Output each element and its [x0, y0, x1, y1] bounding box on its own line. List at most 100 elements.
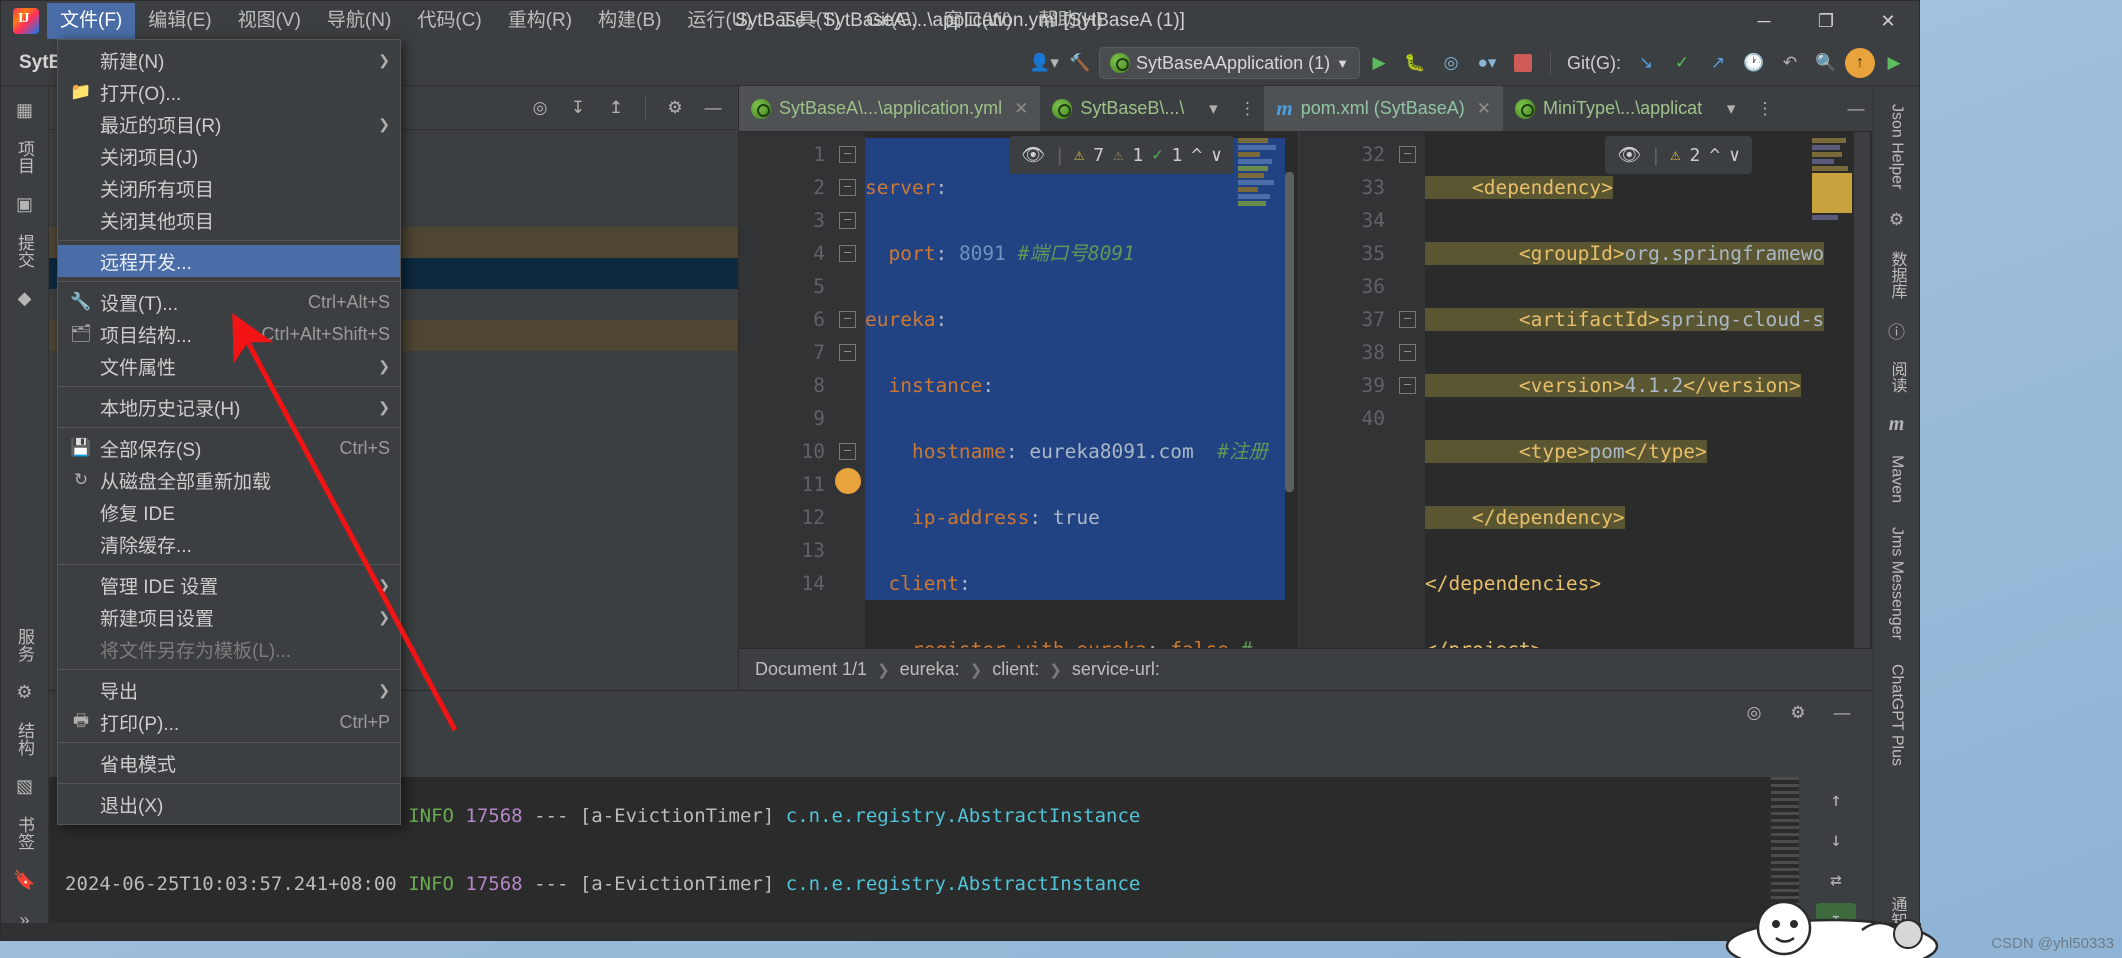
yaml-editor-pane[interactable]: 1 2 3 4 5 6 7 8 9 10 11 12 13 14 – – – –… — [739, 132, 1299, 648]
menu-new[interactable]: 新建(N) ❯ — [58, 44, 400, 76]
git-update-icon[interactable]: ↘ — [1629, 47, 1663, 79]
right-tab-database[interactable]: 数据库 — [1885, 239, 1909, 311]
bookmarks-icon[interactable]: 🔖 — [3, 860, 47, 900]
editor-tab-pom-xml[interactable]: m pom.xml (SytBaseA) ✕ — [1264, 86, 1504, 131]
fold-icon[interactable]: – — [839, 443, 856, 460]
fold-icon[interactable]: – — [1399, 146, 1416, 163]
breadcrumb-item[interactable]: eureka: — [900, 659, 960, 680]
fold-icon[interactable]: – — [839, 344, 856, 361]
next-problem-icon[interactable]: ∨ — [1729, 139, 1740, 172]
yaml-minimap[interactable] — [1238, 132, 1280, 648]
ai-run-icon[interactable]: ▶ — [1877, 47, 1911, 79]
chevron-down-icon[interactable]: ▾ — [1196, 86, 1230, 131]
menu-new-projects-setup[interactable]: 新建项目设置 ❯ — [58, 601, 400, 633]
menu-close-project[interactable]: 关闭项目(J) — [58, 140, 400, 172]
more-options-icon[interactable]: ⋮ — [1230, 86, 1264, 131]
run-configuration-selector[interactable]: SytBaseAApplication (1) ▼ — [1099, 47, 1360, 79]
menu-reload-all-from-disk[interactable]: ↻ 从磁盘全部重新加载 — [58, 464, 400, 496]
menu-item-refactor[interactable]: 重构(R) — [495, 3, 585, 39]
commit-icon[interactable]: ▣ — [3, 184, 47, 224]
settings-sync-icon[interactable]: ⚙ — [1875, 201, 1919, 239]
intention-bulb-icon[interactable] — [835, 468, 861, 494]
hide-panel-icon[interactable]: — — [1825, 697, 1859, 729]
left-tool-strip[interactable]: ▦ 项目 ▣ 提交 ◆ 服务 ⚙ 结构 ▧ 书签 🔖 » — [1, 86, 49, 940]
xml-fold-gutter[interactable]: – – – – — [1395, 132, 1425, 648]
menu-save-all[interactable]: 💾 全部保存(S) Ctrl+S — [58, 432, 400, 464]
breadcrumb-item[interactable]: Document 1/1 — [755, 659, 867, 680]
menu-exit[interactable]: 退出(X) — [58, 788, 400, 820]
project-icon[interactable]: ▦ — [3, 90, 47, 130]
more-options-icon[interactable]: ⋮ — [1748, 86, 1782, 131]
menu-settings[interactable]: 🔧 设置(T)... Ctrl+Alt+S — [58, 286, 400, 318]
fold-icon[interactable]: – — [839, 212, 856, 229]
right-tab-reader[interactable]: 阅读 — [1885, 349, 1909, 405]
build-icon[interactable]: 🔨 — [1063, 47, 1097, 79]
user-icon[interactable]: 👤▾ — [1027, 47, 1061, 79]
left-tab-project[interactable]: 项目 — [10, 130, 39, 184]
git-push-icon[interactable]: ↗ — [1701, 47, 1735, 79]
close-icon[interactable]: ✕ — [1014, 99, 1028, 119]
left-tab-bookmarks[interactable]: 书签 — [10, 806, 39, 860]
services-icon[interactable]: ⚙ — [3, 672, 47, 712]
collapse-all-icon[interactable]: ↥ — [599, 92, 633, 124]
right-tab-chatgpt-plus[interactable]: ChatGPT Plus — [1888, 652, 1906, 778]
bookmark-corner-icon[interactable]: ◆ — [3, 278, 47, 318]
yaml-fold-gutter[interactable]: – – – – – – – — [835, 132, 865, 648]
menu-item-navigate[interactable]: 导航(N) — [314, 3, 404, 39]
chevron-down-icon[interactable]: ▼ — [1336, 56, 1349, 71]
xml-minimap[interactable] — [1812, 132, 1854, 648]
run-with-coverage-icon[interactable]: ◎ — [1434, 47, 1468, 79]
notifications-icon[interactable]: ↑ — [1845, 48, 1875, 78]
xml-source-text[interactable]: <dependency> <groupId>org.springframewo … — [1425, 138, 1872, 648]
yaml-inspections-widget[interactable]: 👁 | ⚠ 7 ⚠ 1 ✓ 1 ^ ∨ — [1009, 136, 1234, 174]
menu-item-edit[interactable]: 编辑(E) — [135, 3, 224, 39]
gear-icon[interactable]: ⚙ — [1781, 697, 1815, 729]
editor-tab-minitype[interactable]: MiniType\...\applicat — [1503, 86, 1714, 131]
expand-all-icon[interactable]: ↧ — [561, 92, 595, 124]
fold-icon[interactable]: – — [1399, 311, 1416, 328]
debug-icon[interactable]: 🐛 — [1398, 47, 1432, 79]
menu-open[interactable]: 📁 打开(O)... — [58, 76, 400, 108]
target-icon[interactable]: ◎ — [1737, 697, 1771, 729]
structure-icon[interactable]: ▧ — [3, 766, 47, 806]
maven-icon[interactable]: m — [1875, 405, 1919, 443]
yaml-vertical-scrollbar[interactable] — [1282, 132, 1296, 648]
prev-problem-icon[interactable]: ^ — [1191, 139, 1202, 172]
menu-item-view[interactable]: 视图(V) — [225, 3, 314, 39]
xml-inspections-widget[interactable]: 👁 | ⚠ 2 ^ ∨ — [1605, 136, 1752, 174]
menu-local-history[interactable]: 本地历史记录(H) ❯ — [58, 391, 400, 423]
scroll-up-icon[interactable]: ↑ — [1816, 783, 1856, 817]
menu-file-properties[interactable]: 文件属性 ❯ — [58, 350, 400, 382]
breadcrumb-item[interactable]: client: — [992, 659, 1039, 680]
search-icon[interactable]: 🔍 — [1809, 47, 1843, 79]
right-tab-jms-messenger[interactable]: Jms Messenger — [1888, 515, 1906, 652]
left-tab-services[interactable]: 服务 — [10, 618, 39, 672]
yaml-source-text[interactable]: server: port: 8091 #端口号8091 eureka: inst… — [865, 138, 1298, 648]
hide-editor-icon[interactable]: — — [1839, 86, 1873, 131]
menu-item-code[interactable]: 代码(C) — [404, 3, 494, 39]
prev-problem-icon[interactable]: ^ — [1709, 139, 1720, 172]
target-icon[interactable]: ◎ — [523, 92, 557, 124]
fold-icon[interactable]: – — [839, 146, 856, 163]
menu-export[interactable]: 导出 ❯ — [58, 674, 400, 706]
left-tab-commit[interactable]: 提交 — [10, 224, 39, 278]
chevron-down-icon[interactable]: ▾ — [1714, 86, 1748, 131]
menu-repair-ide[interactable]: 修复 IDE — [58, 496, 400, 528]
editor-tab-sytbaseb[interactable]: SytBaseB\...\ — [1040, 86, 1196, 131]
reader-mode-icon[interactable]: 👁 — [1021, 139, 1045, 172]
window-controls[interactable]: ─ ❐ ✕ — [1733, 1, 1919, 41]
right-tool-strip[interactable]: Json Helper ⚙ 数据库 ⓘ 阅读 m Maven Jms Messe… — [1873, 86, 1919, 940]
menu-close-all-projects[interactable]: 关闭所有项目 — [58, 172, 400, 204]
info-icon[interactable]: ⓘ — [1875, 311, 1919, 349]
menu-invalidate-caches[interactable]: 清除缓存... — [58, 528, 400, 560]
next-problem-icon[interactable]: ∨ — [1211, 139, 1222, 172]
profiler-icon[interactable]: ●▾ — [1470, 47, 1504, 79]
editor-tab-bar[interactable]: SytBaseA\...\application.yml ✕ SytBaseB\… — [739, 86, 1873, 132]
scroll-down-icon[interactable]: ↓ — [1816, 823, 1856, 857]
xml-code-area[interactable]: 32 33 34 35 36 37 38 39 40 – – – – <depe… — [1299, 132, 1872, 648]
menu-power-save-mode[interactable]: 省电模式 — [58, 747, 400, 779]
menu-manage-ide-settings[interactable]: 管理 IDE 设置 ❯ — [58, 569, 400, 601]
yaml-code-area[interactable]: 1 2 3 4 5 6 7 8 9 10 11 12 13 14 – – – –… — [739, 132, 1298, 648]
breadcrumb-item[interactable]: service-url: — [1072, 659, 1160, 680]
menu-item-file[interactable]: 文件(F) — [47, 3, 136, 39]
